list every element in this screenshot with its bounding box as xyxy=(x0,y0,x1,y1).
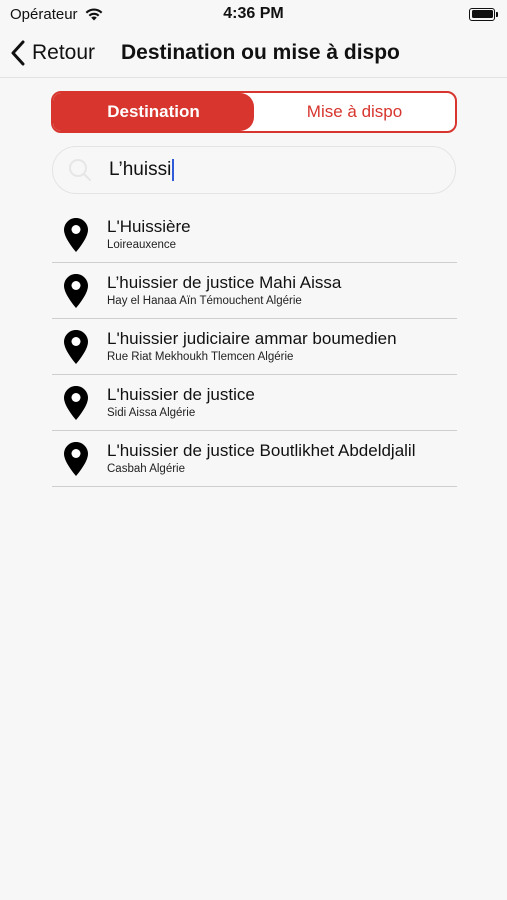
map-pin-icon xyxy=(64,273,88,308)
chevron-left-icon xyxy=(11,40,25,65)
list-item-subtitle: Rue Riat Mekhoukh Tlemcen Algérie xyxy=(107,351,294,363)
list-item-title: L’huissier de justice Mahi Aissa xyxy=(107,273,342,292)
list-item[interactable]: L'Huissière Loireauxence xyxy=(52,207,457,263)
list-item-text: L'huissier judiciaire ammar boumedien Ru… xyxy=(107,329,397,364)
list-item-text: L'huissier de justice Boutlikhet Abdeldj… xyxy=(107,441,415,476)
list-item[interactable]: L'huissier de justice Sidi Aissa Algérie xyxy=(52,375,457,431)
navigation-bar: Retour Destination ou mise à dispo xyxy=(0,28,507,78)
list-item-title: L'huissier de justice xyxy=(107,385,255,404)
list-item[interactable]: L'huissier de justice Boutlikhet Abdeldj… xyxy=(52,431,457,487)
list-item[interactable]: L’huissier de justice Mahi Aissa Hay el … xyxy=(52,263,457,319)
status-left: Opérateur xyxy=(10,6,104,23)
list-item-title: L'Huissière xyxy=(107,217,191,236)
battery-level xyxy=(471,10,493,18)
map-pin-icon xyxy=(64,385,88,420)
status-bar: Opérateur 4:36 PM xyxy=(0,0,507,28)
segmented-control: Destination Mise à dispo xyxy=(51,91,457,133)
segment-mise-a-dispo[interactable]: Mise à dispo xyxy=(254,93,455,131)
back-button[interactable]: Retour xyxy=(0,28,95,77)
list-item[interactable]: L'huissier judiciaire ammar boumedien Ru… xyxy=(52,319,457,375)
map-pin-icon xyxy=(64,329,88,364)
carrier-label: Opérateur xyxy=(10,5,78,23)
text-caret xyxy=(172,159,175,181)
list-item-subtitle: Casbah Algérie xyxy=(107,463,185,475)
list-item-subtitle: Loireauxence xyxy=(107,239,177,251)
wifi-icon xyxy=(85,8,102,21)
battery-icon xyxy=(469,7,498,21)
search-field[interactable]: L’huissi xyxy=(52,146,456,194)
map-pin-icon xyxy=(64,441,88,476)
list-item-subtitle: Sidi Aissa Algérie xyxy=(107,407,196,419)
search-input[interactable]: L’huissi xyxy=(109,159,171,181)
page-title: Destination ou mise à dispo xyxy=(121,40,400,64)
list-item-text: L'huissier de justice Sidi Aissa Algérie xyxy=(107,385,255,420)
search-input-wrap[interactable]: L’huissi xyxy=(109,159,175,181)
segment-destination[interactable]: Destination xyxy=(53,93,254,131)
map-pin-icon xyxy=(64,217,88,252)
list-item-text: L’huissier de justice Mahi Aissa Hay el … xyxy=(107,273,341,308)
list-item-subtitle: Hay el Hanaa Aïn Témouchent Algérie xyxy=(107,295,302,307)
back-label: Retour xyxy=(32,40,96,64)
list-item-title: L'huissier judiciaire ammar boumedien xyxy=(107,329,397,348)
search-icon xyxy=(69,159,91,181)
list-item-text: L'Huissière Loireauxence xyxy=(107,217,191,252)
list-item-title: L'huissier de justice Boutlikhet Abdeldj… xyxy=(107,441,416,460)
results-list: L'Huissière Loireauxence L’huissier de j… xyxy=(52,207,457,487)
